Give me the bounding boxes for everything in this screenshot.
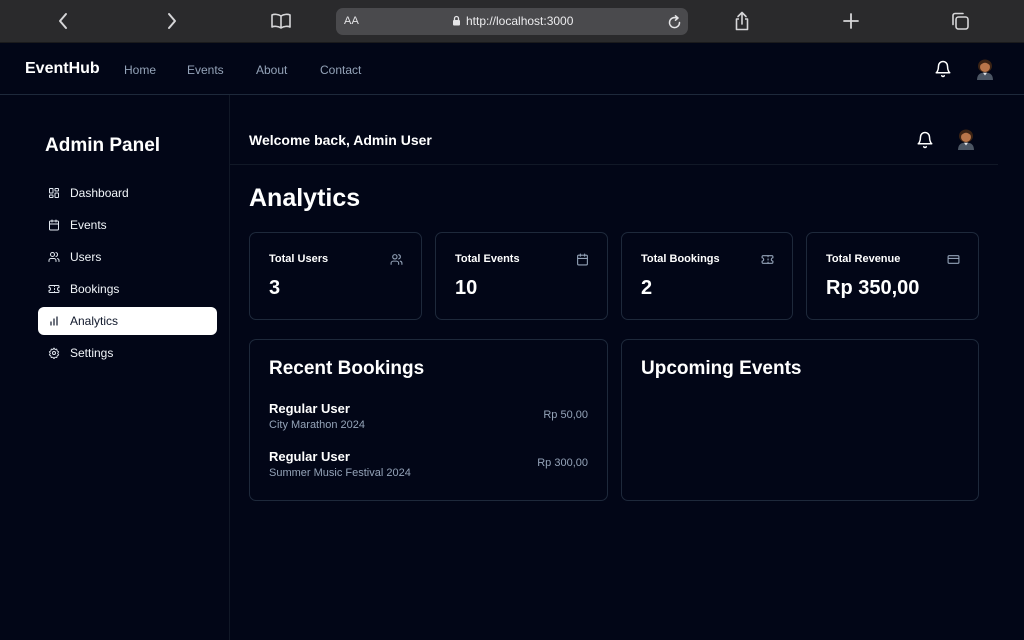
- bookmarks-button[interactable]: [266, 7, 296, 35]
- calendar-icon: [48, 219, 60, 231]
- stat-card-total-bookings: Total Bookings 2: [621, 232, 793, 320]
- sidebar-item-label: Users: [70, 250, 102, 264]
- book-icon: [271, 13, 291, 29]
- ticket-icon: [48, 283, 60, 295]
- calendar-icon: [576, 253, 589, 266]
- sidebar-title: Admin Panel: [45, 135, 161, 156]
- lock-icon: [452, 15, 461, 26]
- sidebar-item-events[interactable]: Events: [38, 211, 217, 239]
- sidebar-item-analytics[interactable]: Analytics: [38, 307, 217, 335]
- plus-icon: [843, 13, 859, 29]
- nav-link-contact[interactable]: Contact: [320, 63, 361, 77]
- booking-user: Regular User: [269, 449, 350, 464]
- sidebar-item-label: Events: [70, 218, 107, 232]
- welcome-message: Welcome back, Admin User: [249, 132, 432, 148]
- stat-value: 10: [455, 277, 478, 299]
- booking-event: Summer Music Festival 2024: [269, 467, 411, 479]
- main-header: Welcome back, Admin User: [230, 115, 998, 165]
- recent-bookings-panel: Recent Bookings Regular User City Marath…: [249, 339, 608, 501]
- share-icon: [735, 11, 749, 31]
- sidebar-item-label: Settings: [70, 346, 114, 360]
- top-navbar: EventHub Home Events About Contact: [0, 43, 1024, 95]
- reader-mode-button[interactable]: AA: [344, 15, 359, 27]
- stat-label: Total Events: [455, 253, 520, 265]
- booking-user: Regular User: [269, 401, 350, 416]
- forward-button[interactable]: [157, 7, 187, 35]
- address-bar[interactable]: AA http://localhost:3000: [336, 8, 688, 35]
- chevron-left-icon: [59, 13, 67, 29]
- sidebar-item-users[interactable]: Users: [38, 243, 217, 271]
- stat-label: Total Revenue: [826, 253, 901, 265]
- sidebar-item-dashboard[interactable]: Dashboard: [38, 179, 217, 207]
- chevron-right-icon: [168, 13, 176, 29]
- url-text: http://localhost:3000: [466, 14, 574, 28]
- new-tab-button[interactable]: [836, 7, 866, 35]
- stat-value: 3: [269, 277, 281, 299]
- brand-logo[interactable]: EventHub: [25, 60, 100, 78]
- admin-sidebar: Admin Panel Dashboard Events Users Booki…: [0, 95, 230, 640]
- stat-card-total-events: Total Events 10: [435, 232, 608, 320]
- booking-event: City Marathon 2024: [269, 419, 365, 431]
- credit-card-icon: [947, 253, 960, 266]
- sidebar-item-bookings[interactable]: Bookings: [38, 275, 217, 303]
- nav-link-events[interactable]: Events: [187, 63, 224, 77]
- nav-link-about[interactable]: About: [256, 63, 287, 77]
- user-avatar[interactable]: [974, 58, 996, 80]
- users-icon: [48, 251, 60, 263]
- panel-title: Recent Bookings: [269, 358, 425, 379]
- sidebar-item-label: Dashboard: [70, 186, 129, 200]
- booking-amount: Rp 50,00: [543, 409, 588, 421]
- users-icon: [390, 253, 403, 266]
- tabs-icon: [952, 12, 969, 30]
- notifications-button[interactable]: [916, 131, 934, 149]
- stat-value: Rp 350,00: [826, 277, 920, 299]
- bell-icon: [935, 60, 951, 78]
- bell-icon: [917, 131, 933, 149]
- stat-card-total-revenue: Total Revenue Rp 350,00: [806, 232, 979, 320]
- bar-chart-icon: [48, 315, 60, 327]
- sidebar-item-label: Analytics: [70, 314, 119, 328]
- sidebar-item-settings[interactable]: Settings: [38, 339, 217, 367]
- page-title: Analytics: [249, 184, 361, 212]
- nav-link-home[interactable]: Home: [124, 63, 156, 77]
- ticket-icon: [761, 253, 774, 266]
- reload-icon: [668, 14, 680, 28]
- notifications-button[interactable]: [934, 60, 952, 78]
- upcoming-events-panel: Upcoming Events: [621, 339, 979, 501]
- user-avatar[interactable]: [955, 128, 977, 150]
- share-button[interactable]: [727, 7, 757, 35]
- dashboard-icon: [48, 187, 60, 199]
- sidebar-item-label: Bookings: [70, 282, 120, 296]
- stat-label: Total Bookings: [641, 253, 720, 265]
- reload-button[interactable]: [664, 12, 684, 32]
- stat-card-total-users: Total Users 3: [249, 232, 422, 320]
- booking-amount: Rp 300,00: [537, 457, 588, 469]
- tabs-overview-button[interactable]: [945, 7, 975, 35]
- browser-toolbar: AA http://localhost:3000: [0, 0, 1024, 43]
- panel-title: Upcoming Events: [641, 358, 802, 379]
- gear-icon: [48, 347, 60, 359]
- stat-label: Total Users: [269, 253, 329, 265]
- back-button[interactable]: [48, 7, 78, 35]
- stat-value: 2: [641, 277, 653, 299]
